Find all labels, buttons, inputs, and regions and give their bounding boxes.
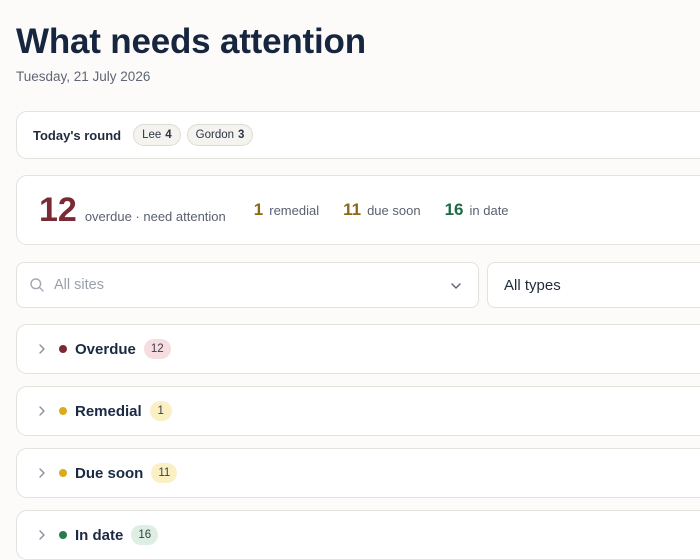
round-chip-count: 3 [238, 129, 245, 141]
round-chip-name: Gordon [195, 129, 235, 141]
chevron-right-icon [39, 530, 45, 540]
status-dot [59, 531, 67, 539]
group-in-date[interactable]: In date 16 [16, 510, 700, 560]
page-date: Tuesday, 21 July 2026 [16, 69, 151, 84]
stat-in-date-label: in date [469, 203, 509, 218]
group-overdue[interactable]: Overdue 12 [16, 324, 700, 374]
round-chip-gordon[interactable]: Gordon 3 [186, 124, 254, 146]
chevron-right-icon [39, 468, 45, 478]
group-label: Due soon [75, 464, 144, 482]
round-chip-count: 4 [165, 129, 172, 141]
group-remedial[interactable]: Remedial 1 [16, 386, 700, 436]
stat-overdue-label: overdue · need attention [84, 208, 226, 224]
summary-card: 12 overdue · need attention 1 remedial 1… [16, 175, 700, 245]
group-label: Remedial [75, 402, 142, 420]
stat-due-soon-value: 11 [343, 200, 362, 219]
chevron-right-icon [39, 406, 45, 416]
stat-due-soon-label: due soon [367, 203, 421, 218]
group-due-soon[interactable]: Due soon 11 [16, 448, 700, 498]
status-dot [59, 407, 67, 415]
stat-in-date-value: 16 [444, 200, 464, 219]
status-dot [59, 345, 67, 353]
stat-remedial: 1 remedial [254, 200, 319, 220]
stat-due-soon: 11 due soon [343, 200, 420, 220]
todays-round-label: Today's round [33, 127, 122, 143]
stat-remedial-label: remedial [269, 203, 320, 218]
todays-round-card: Today's round Lee 4 Gordon 3 [16, 111, 700, 159]
chevron-down-icon[interactable] [450, 280, 462, 292]
site-filter[interactable] [16, 262, 479, 308]
site-search-input[interactable] [54, 277, 424, 293]
round-chip-lee[interactable]: Lee 4 [133, 124, 181, 146]
status-dot [59, 469, 67, 477]
page-title: What needs attention [16, 22, 366, 61]
count-badge: 1 [149, 401, 172, 421]
type-filter-select[interactable]: All types [487, 262, 700, 308]
round-chip-name: Lee [142, 129, 162, 141]
count-badge: 11 [151, 463, 178, 483]
stat-overdue: 12 overdue · need attention [39, 191, 226, 230]
chevron-right-icon [39, 344, 45, 354]
stat-overdue-value: 12 [39, 190, 77, 229]
stat-in-date: 16 in date [445, 200, 509, 220]
search-icon [30, 278, 44, 292]
count-badge: 12 [143, 339, 171, 359]
count-badge: 16 [131, 525, 159, 545]
group-label: Overdue [75, 340, 136, 358]
page: What needs attention Tuesday, 21 July 20… [0, 0, 700, 560]
type-filter-value: All types [504, 276, 561, 294]
stat-remedial-value: 1 [253, 200, 264, 219]
group-label: In date [75, 526, 124, 544]
